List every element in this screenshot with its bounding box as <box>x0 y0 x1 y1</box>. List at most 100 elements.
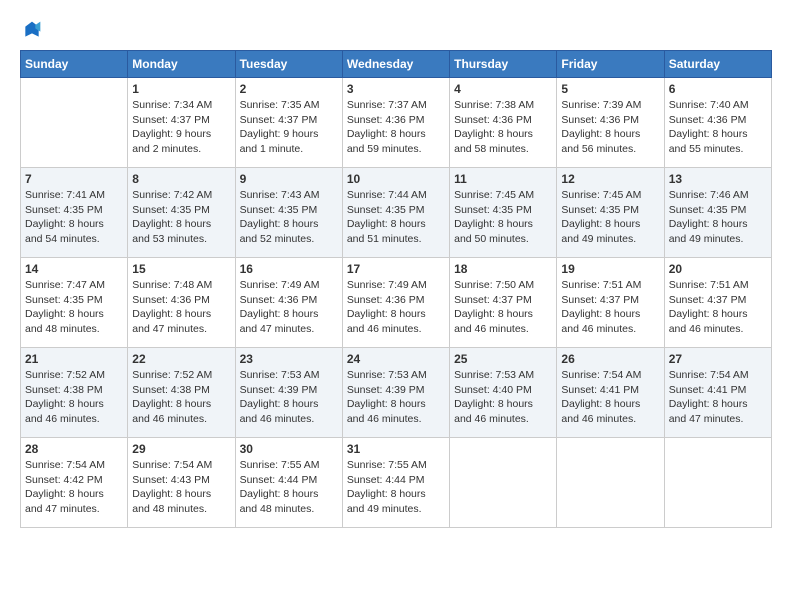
calendar-cell: 17 Sunrise: 7:49 AM Sunset: 4:36 PM Dayli… <box>342 258 449 348</box>
day-number: 14 <box>25 262 123 276</box>
calendar-cell: 8 Sunrise: 7:42 AM Sunset: 4:35 PM Daylig… <box>128 168 235 258</box>
calendar-cell <box>557 438 664 528</box>
day-info: Sunrise: 7:35 AM Sunset: 4:37 PM Dayligh… <box>240 98 338 157</box>
week-row-2: 7Sunrise: 7:41 AM Sunset: 4:35 PM Daylig… <box>21 168 772 258</box>
day-info: Sunrise: 7:37 AM Sunset: 4:36 PM Dayligh… <box>347 98 445 157</box>
day-number: 1 <box>132 82 230 96</box>
day-info: Sunrise: 7:50 AM Sunset: 4:37 PM Dayligh… <box>454 278 552 337</box>
calendar-cell: 30Sunrise: 7:55 AM Sunset: 4:44 PM Dayli… <box>235 438 342 528</box>
day-number: 29 <box>132 442 230 456</box>
day-number: 23 <box>240 352 338 366</box>
column-header-monday: Monday <box>128 51 235 78</box>
calendar-cell: 16 Sunrise: 7:49 AM Sunset: 4:36 PM Dayli… <box>235 258 342 348</box>
calendar-cell: 23 Sunrise: 7:53 AM Sunset: 4:39 PM Dayli… <box>235 348 342 438</box>
day-info: Sunrise: 7:55 AM Sunset: 4:44 PM Dayligh… <box>347 458 445 517</box>
column-header-wednesday: Wednesday <box>342 51 449 78</box>
day-info: Sunrise: 7:38 AM Sunset: 4:36 PM Dayligh… <box>454 98 552 157</box>
logo <box>20 20 42 40</box>
week-row-3: 14Sunrise: 7:47 AM Sunset: 4:35 PM Dayli… <box>21 258 772 348</box>
day-info: Sunrise: 7:54 AM Sunset: 4:43 PM Dayligh… <box>132 458 230 517</box>
day-number: 17 <box>347 262 445 276</box>
column-header-sunday: Sunday <box>21 51 128 78</box>
day-info: Sunrise: 7:52 AM Sunset: 4:38 PM Dayligh… <box>25 368 123 427</box>
calendar-cell: 1 Sunrise: 7:34 AM Sunset: 4:37 PM Daylig… <box>128 78 235 168</box>
calendar-cell: 9Sunrise: 7:43 AM Sunset: 4:35 PM Daylig… <box>235 168 342 258</box>
day-number: 16 <box>240 262 338 276</box>
day-info: Sunrise: 7:40 AM Sunset: 4:36 PM Dayligh… <box>669 98 767 157</box>
day-info: Sunrise: 7:48 AM Sunset: 4:36 PM Dayligh… <box>132 278 230 337</box>
calendar-cell: 29 Sunrise: 7:54 AM Sunset: 4:43 PM Dayli… <box>128 438 235 528</box>
day-info: Sunrise: 7:43 AM Sunset: 4:35 PM Dayligh… <box>240 188 338 247</box>
logo-icon <box>22 20 42 40</box>
calendar-cell: 31Sunrise: 7:55 AM Sunset: 4:44 PM Dayli… <box>342 438 449 528</box>
calendar-cell <box>450 438 557 528</box>
day-number: 4 <box>454 82 552 96</box>
day-number: 6 <box>669 82 767 96</box>
day-info: Sunrise: 7:53 AM Sunset: 4:39 PM Dayligh… <box>240 368 338 427</box>
calendar-cell: 15Sunrise: 7:48 AM Sunset: 4:36 PM Dayli… <box>128 258 235 348</box>
calendar-cell: 26 Sunrise: 7:54 AM Sunset: 4:41 PM Dayli… <box>557 348 664 438</box>
day-info: Sunrise: 7:45 AM Sunset: 4:35 PM Dayligh… <box>454 188 552 247</box>
day-info: Sunrise: 7:55 AM Sunset: 4:44 PM Dayligh… <box>240 458 338 517</box>
calendar-cell: 3 Sunrise: 7:37 AM Sunset: 4:36 PM Daylig… <box>342 78 449 168</box>
calendar-cell: 14Sunrise: 7:47 AM Sunset: 4:35 PM Dayli… <box>21 258 128 348</box>
day-number: 25 <box>454 352 552 366</box>
calendar-cell: 10Sunrise: 7:44 AM Sunset: 4:35 PM Dayli… <box>342 168 449 258</box>
day-number: 21 <box>25 352 123 366</box>
day-number: 11 <box>454 172 552 186</box>
day-info: Sunrise: 7:49 AM Sunset: 4:36 PM Dayligh… <box>347 278 445 337</box>
calendar-table: SundayMondayTuesdayWednesdayThursdayFrid… <box>20 50 772 528</box>
calendar-cell <box>664 438 771 528</box>
column-header-friday: Friday <box>557 51 664 78</box>
day-info: Sunrise: 7:52 AM Sunset: 4:38 PM Dayligh… <box>132 368 230 427</box>
calendar-cell: 28Sunrise: 7:54 AM Sunset: 4:42 PM Dayli… <box>21 438 128 528</box>
day-info: Sunrise: 7:42 AM Sunset: 4:35 PM Dayligh… <box>132 188 230 247</box>
week-row-1: 1 Sunrise: 7:34 AM Sunset: 4:37 PM Daylig… <box>21 78 772 168</box>
day-number: 26 <box>561 352 659 366</box>
calendar-cell: 18 Sunrise: 7:50 AM Sunset: 4:37 PM Dayli… <box>450 258 557 348</box>
day-number: 20 <box>669 262 767 276</box>
calendar-cell: 5 Sunrise: 7:39 AM Sunset: 4:36 PM Daylig… <box>557 78 664 168</box>
day-info: Sunrise: 7:51 AM Sunset: 4:37 PM Dayligh… <box>669 278 767 337</box>
day-info: Sunrise: 7:54 AM Sunset: 4:41 PM Dayligh… <box>561 368 659 427</box>
calendar-cell: 22Sunrise: 7:52 AM Sunset: 4:38 PM Dayli… <box>128 348 235 438</box>
column-header-thursday: Thursday <box>450 51 557 78</box>
column-header-tuesday: Tuesday <box>235 51 342 78</box>
day-info: Sunrise: 7:39 AM Sunset: 4:36 PM Dayligh… <box>561 98 659 157</box>
day-number: 12 <box>561 172 659 186</box>
calendar-cell: 6 Sunrise: 7:40 AM Sunset: 4:36 PM Daylig… <box>664 78 771 168</box>
day-info: Sunrise: 7:53 AM Sunset: 4:40 PM Dayligh… <box>454 368 552 427</box>
day-number: 18 <box>454 262 552 276</box>
calendar-cell: 19 Sunrise: 7:51 AM Sunset: 4:37 PM Dayli… <box>557 258 664 348</box>
calendar-cell: 4 Sunrise: 7:38 AM Sunset: 4:36 PM Daylig… <box>450 78 557 168</box>
day-info: Sunrise: 7:51 AM Sunset: 4:37 PM Dayligh… <box>561 278 659 337</box>
day-info: Sunrise: 7:45 AM Sunset: 4:35 PM Dayligh… <box>561 188 659 247</box>
day-number: 3 <box>347 82 445 96</box>
week-row-4: 21 Sunrise: 7:52 AM Sunset: 4:38 PM Dayli… <box>21 348 772 438</box>
calendar-cell: 25 Sunrise: 7:53 AM Sunset: 4:40 PM Dayli… <box>450 348 557 438</box>
calendar-cell: 21 Sunrise: 7:52 AM Sunset: 4:38 PM Dayli… <box>21 348 128 438</box>
day-number: 7 <box>25 172 123 186</box>
week-row-5: 28Sunrise: 7:54 AM Sunset: 4:42 PM Dayli… <box>21 438 772 528</box>
calendar-header-row: SundayMondayTuesdayWednesdayThursdayFrid… <box>21 51 772 78</box>
page-header <box>20 20 772 40</box>
day-number: 2 <box>240 82 338 96</box>
calendar-cell: 12 Sunrise: 7:45 AM Sunset: 4:35 PM Dayli… <box>557 168 664 258</box>
day-info: Sunrise: 7:44 AM Sunset: 4:35 PM Dayligh… <box>347 188 445 247</box>
column-header-saturday: Saturday <box>664 51 771 78</box>
calendar-cell: 27 Sunrise: 7:54 AM Sunset: 4:41 PM Dayli… <box>664 348 771 438</box>
calendar-cell: 2 Sunrise: 7:35 AM Sunset: 4:37 PM Daylig… <box>235 78 342 168</box>
calendar-cell: 24 Sunrise: 7:53 AM Sunset: 4:39 PM Dayli… <box>342 348 449 438</box>
day-number: 5 <box>561 82 659 96</box>
day-info: Sunrise: 7:53 AM Sunset: 4:39 PM Dayligh… <box>347 368 445 427</box>
calendar-cell <box>21 78 128 168</box>
day-number: 27 <box>669 352 767 366</box>
day-number: 8 <box>132 172 230 186</box>
calendar-cell: 11 Sunrise: 7:45 AM Sunset: 4:35 PM Dayli… <box>450 168 557 258</box>
day-number: 19 <box>561 262 659 276</box>
day-info: Sunrise: 7:34 AM Sunset: 4:37 PM Dayligh… <box>132 98 230 157</box>
calendar-cell: 20 Sunrise: 7:51 AM Sunset: 4:37 PM Dayli… <box>664 258 771 348</box>
day-info: Sunrise: 7:49 AM Sunset: 4:36 PM Dayligh… <box>240 278 338 337</box>
day-info: Sunrise: 7:54 AM Sunset: 4:41 PM Dayligh… <box>669 368 767 427</box>
day-number: 24 <box>347 352 445 366</box>
